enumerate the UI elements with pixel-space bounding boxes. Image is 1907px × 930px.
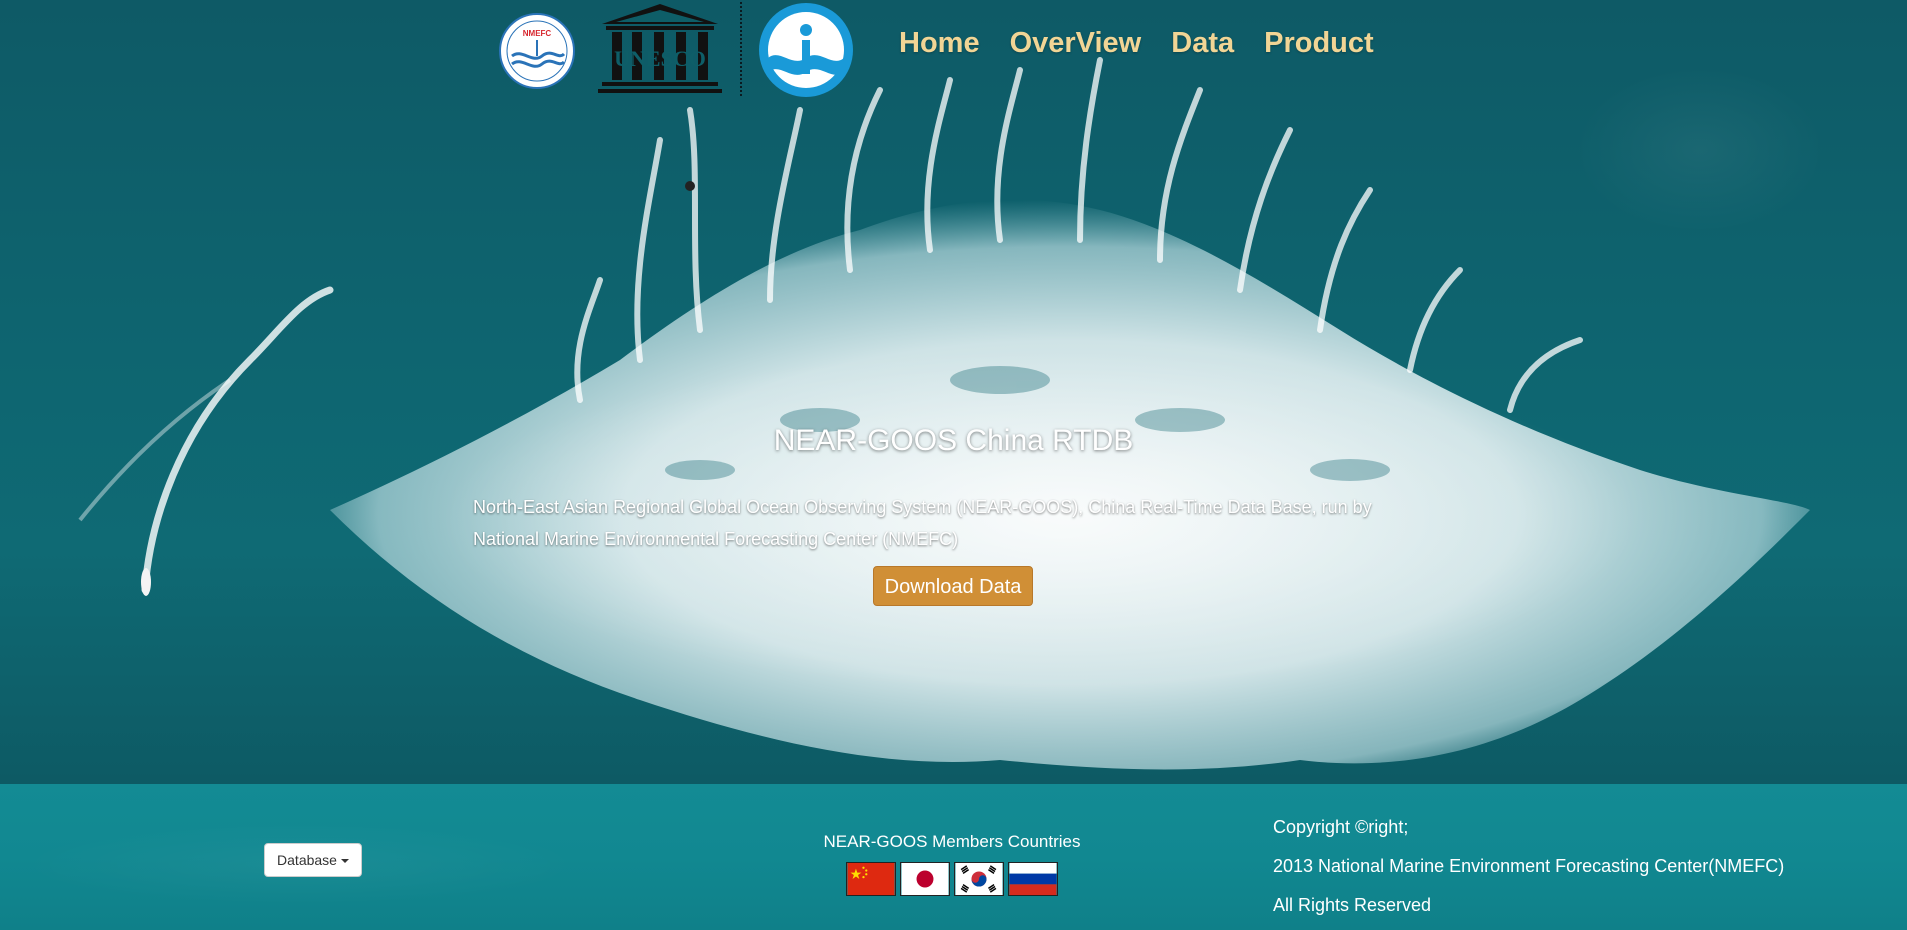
wave-image — [78, 57, 1810, 770]
ioc-logo — [759, 3, 853, 97]
svg-text:UNESCO: UNESCO — [614, 46, 706, 71]
hero-background — [0, 0, 1907, 784]
nav-overview[interactable]: OverView — [1010, 24, 1142, 62]
members-title: NEAR-GOOS Members Countries — [823, 832, 1081, 851]
database-dropdown-button[interactable]: Database — [264, 843, 362, 877]
china-flag[interactable] — [846, 862, 896, 896]
svg-text:NMEFC: NMEFC — [523, 29, 552, 38]
hero-title: NEAR-GOOS China RTDB — [773, 424, 1134, 457]
copyright-line-3: All Rights Reserved — [1273, 895, 1432, 915]
download-data-button[interactable]: Download Data — [873, 566, 1033, 606]
nmefc-logo: NMEFC — [499, 13, 575, 89]
copyright-line-2: 2013 National Marine Environment Forecas… — [1273, 856, 1785, 876]
hero-description: North-East Asian Regional Global Ocean O… — [473, 497, 1372, 549]
footer: Database NEAR-GOOS Members Countries Cop… — [0, 784, 1907, 930]
nav-data[interactable]: Data — [1171, 24, 1234, 62]
logo-separator — [740, 2, 742, 96]
copyright-block: Copyright ©right; 2013 National Marine E… — [1273, 808, 1784, 925]
nav-product[interactable]: Product — [1264, 24, 1374, 62]
japan-flag[interactable] — [900, 862, 950, 896]
korea-flag[interactable] — [954, 862, 1004, 896]
main-nav: Home OverView Data Product — [899, 24, 1404, 62]
database-label: Database — [277, 852, 337, 868]
russia-flag[interactable] — [1008, 862, 1058, 896]
caret-down-icon — [340, 859, 349, 864]
nav-home[interactable]: Home — [899, 24, 980, 62]
member-flags — [846, 862, 1058, 896]
unesco-logo: UNESCO — [598, 4, 722, 93]
copyright-line-1: Copyright ©right; — [1273, 817, 1409, 837]
